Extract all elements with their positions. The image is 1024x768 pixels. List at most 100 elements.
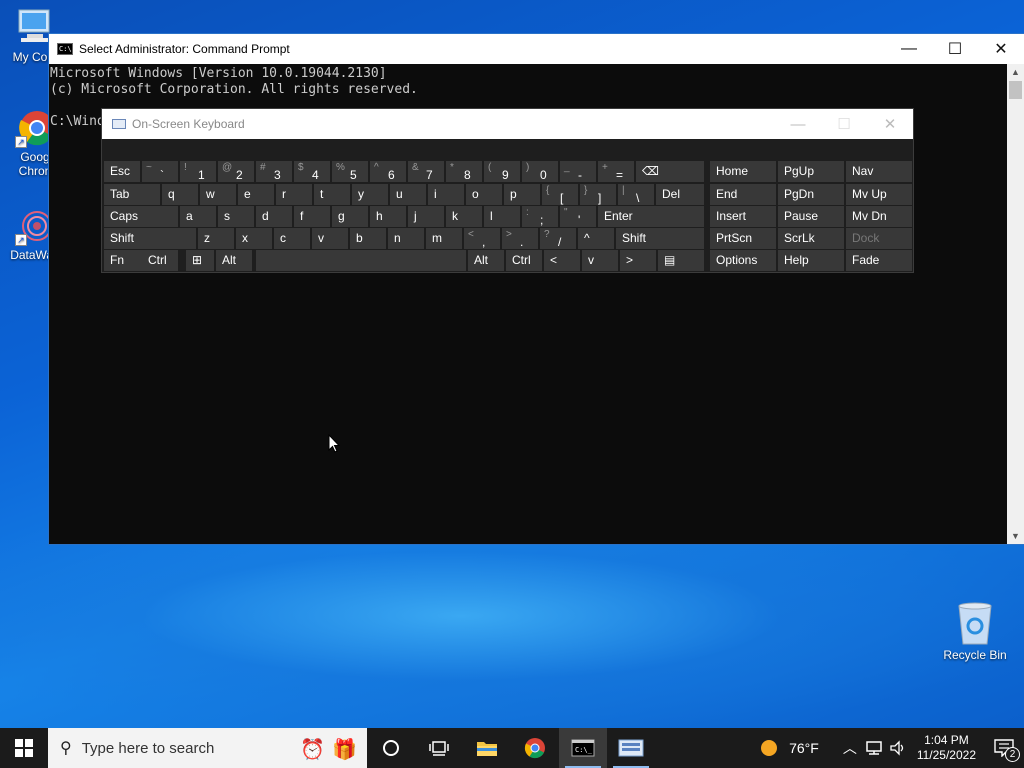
key-symbol[interactable]: | \ — [618, 184, 654, 205]
key-end[interactable]: End — [710, 184, 776, 205]
key-symbol[interactable]: ~ ` — [142, 161, 178, 182]
key-pgdn[interactable]: PgDn — [778, 184, 844, 205]
key-help[interactable]: Help — [778, 250, 844, 271]
key-s[interactable]: s — [218, 206, 254, 227]
chevron-up-icon[interactable]: ︿ — [843, 738, 857, 758]
key-7[interactable]: & 7 — [408, 161, 444, 182]
minimize-button[interactable]: ― — [775, 116, 821, 133]
key-m[interactable]: m — [426, 228, 462, 249]
taskbar-chrome[interactable] — [511, 728, 559, 768]
key-shift[interactable]: Shift — [104, 228, 196, 249]
key-n[interactable]: n — [388, 228, 424, 249]
key-symbol[interactable]: + = — [598, 161, 634, 182]
taskbar-clock[interactable]: 1:04 PM 11/25/2022 — [917, 733, 976, 763]
key-options[interactable]: Options — [710, 250, 776, 271]
key-q[interactable]: q — [162, 184, 198, 205]
start-button[interactable] — [0, 728, 48, 768]
key-symbol[interactable]: >. — [502, 228, 538, 249]
taskbar-on-screen-keyboard[interactable] — [607, 728, 655, 768]
key-3[interactable]: #3 — [256, 161, 292, 182]
close-button[interactable]: ✕ — [978, 34, 1024, 64]
desktop-icon-recycle-bin[interactable]: Recycle Bin — [940, 600, 1010, 662]
speaker-icon[interactable] — [889, 740, 907, 756]
key-z[interactable]: z — [198, 228, 234, 249]
action-center-button[interactable]: 2 — [984, 728, 1024, 768]
on-screen-keyboard-window[interactable]: On-Screen Keyboard ― ☐ ✕ Esc ~ `! 1 @2 #3 $4% 5… — [101, 108, 914, 273]
gift-icon[interactable]: 🎁 — [332, 737, 357, 762]
key-ctrl[interactable]: Ctrl — [142, 250, 178, 271]
key-symbol[interactable]: {[ — [542, 184, 578, 205]
key-enter[interactable]: Enter — [598, 206, 704, 227]
task-view-button[interactable] — [415, 728, 463, 768]
key-mv-up[interactable]: Mv Up — [846, 184, 912, 205]
key-scrlk[interactable]: ScrLk — [778, 228, 844, 249]
close-button[interactable]: ✕ — [867, 115, 913, 133]
key-l[interactable]: l — [484, 206, 520, 227]
key-symbol[interactable]: ▤ — [658, 250, 704, 271]
alarm-clock-icon[interactable]: ⏰ — [300, 737, 325, 762]
key-insert[interactable]: Insert — [710, 206, 776, 227]
key-symbol[interactable]: _ - — [560, 161, 596, 182]
cortana-button[interactable] — [367, 728, 415, 768]
key-i[interactable]: i — [428, 184, 464, 205]
key-mv-dn[interactable]: Mv Dn — [846, 206, 912, 227]
key-v[interactable]: v — [582, 250, 618, 271]
taskbar-search-box[interactable]: ⚲ Type here to search ⏰ 🎁 — [48, 728, 367, 768]
taskbar-command-prompt[interactable]: C:\_ — [559, 728, 607, 768]
key-fade[interactable]: Fade — [846, 250, 912, 271]
key-symbol[interactable]: ? / — [540, 228, 576, 249]
key-2[interactable]: @2 — [218, 161, 254, 182]
key-h[interactable]: h — [370, 206, 406, 227]
key-caps[interactable]: Caps — [104, 206, 178, 227]
key-t[interactable]: t — [314, 184, 350, 205]
osk-titlebar[interactable]: On-Screen Keyboard ― ☐ ✕ — [102, 109, 913, 139]
key-6[interactable]: ^ 6 — [370, 161, 406, 182]
command-prompt-titlebar[interactable]: C:\ Select Administrator: Command Prompt… — [49, 34, 1024, 64]
key-a[interactable]: a — [180, 206, 216, 227]
key-u[interactable]: u — [390, 184, 426, 205]
scroll-down-icon[interactable]: ▼ — [1007, 528, 1024, 544]
key-j[interactable]: j — [408, 206, 444, 227]
key-1[interactable]: ! 1 — [180, 161, 216, 182]
key-symbol[interactable]: }] — [580, 184, 616, 205]
key-space[interactable] — [256, 250, 466, 271]
key-symbol[interactable]: " ' — [560, 206, 596, 227]
key-8[interactable]: * 8 — [446, 161, 482, 182]
maximize-button[interactable]: ☐ — [821, 115, 867, 133]
key-x[interactable]: x — [236, 228, 272, 249]
key-alt[interactable]: Alt — [216, 250, 252, 271]
minimize-button[interactable]: ― — [886, 34, 932, 64]
key-e[interactable]: e — [238, 184, 274, 205]
network-icon[interactable] — [865, 740, 883, 756]
key-5[interactable]: % 5 — [332, 161, 368, 182]
scroll-up-icon[interactable]: ▲ — [1007, 64, 1024, 80]
key-pgup[interactable]: PgUp — [778, 161, 844, 182]
key-esc[interactable]: Esc — [104, 161, 140, 182]
key-w[interactable]: w — [200, 184, 236, 205]
key-symbol[interactable]: ^ — [578, 228, 614, 249]
key-0[interactable]: ) 0 — [522, 161, 558, 182]
key-k[interactable]: k — [446, 206, 482, 227]
key-shift[interactable]: Shift — [616, 228, 704, 249]
key-home[interactable]: Home — [710, 161, 776, 182]
key-pause[interactable]: Pause — [778, 206, 844, 227]
key-symbol[interactable]: > — [620, 250, 656, 271]
key-f[interactable]: f — [294, 206, 330, 227]
key-del[interactable]: Del — [656, 184, 704, 205]
scroll-thumb[interactable] — [1009, 81, 1022, 99]
key-p[interactable]: p — [504, 184, 540, 205]
weather-widget[interactable]: 76°F — [759, 738, 819, 758]
key-o[interactable]: o — [466, 184, 502, 205]
key-b[interactable]: b — [350, 228, 386, 249]
vertical-scrollbar[interactable]: ▲ ▼ — [1007, 64, 1024, 544]
taskbar-file-explorer[interactable] — [463, 728, 511, 768]
key-symbol[interactable]: ⊞ — [186, 250, 214, 271]
key-c[interactable]: c — [274, 228, 310, 249]
key-prtscn[interactable]: PrtScn — [710, 228, 776, 249]
maximize-button[interactable]: ☐ — [932, 34, 978, 64]
key-9[interactable]: (9 — [484, 161, 520, 182]
key-g[interactable]: g — [332, 206, 368, 227]
key-symbol[interactable]: ⌫ — [636, 161, 704, 182]
key-symbol[interactable]: <, — [464, 228, 500, 249]
key-r[interactable]: r — [276, 184, 312, 205]
